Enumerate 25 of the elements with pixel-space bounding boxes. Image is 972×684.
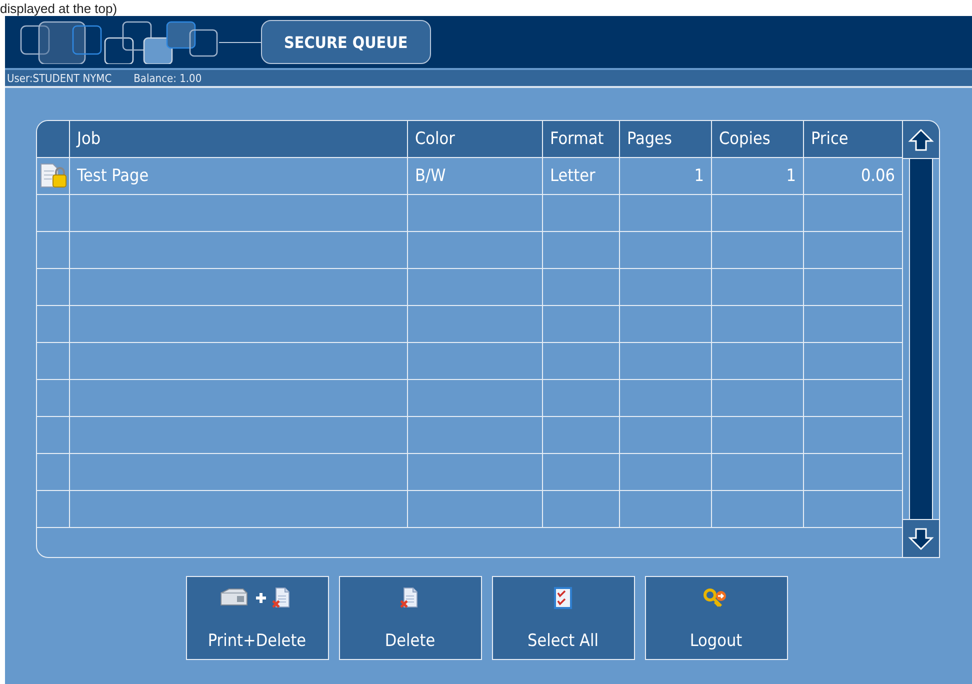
- column-header[interactable]: Color: [407, 121, 542, 157]
- column-header[interactable]: Format: [542, 121, 619, 157]
- scroll-up-button[interactable]: [903, 121, 939, 158]
- column-header[interactable]: Pages: [619, 121, 711, 157]
- user-name: User:STUDENT NYMC: [7, 72, 112, 84]
- checklist-icon: [553, 587, 573, 609]
- select-all-button[interactable]: Select All: [492, 576, 634, 660]
- column-header[interactable]: Copies: [711, 121, 803, 157]
- delete-button[interactable]: Delete: [338, 576, 482, 660]
- logout-button[interactable]: Logout: [644, 576, 788, 660]
- table-cell: 1: [711, 158, 803, 194]
- table-cell: Letter: [542, 158, 619, 194]
- scroll-down-button[interactable]: [903, 520, 939, 557]
- caption-text: displayed at the top): [0, 0, 118, 16]
- balance-text: Balance: 1.00: [134, 72, 202, 84]
- table-cell: Test Page: [69, 158, 407, 194]
- table-cell: 1: [619, 158, 711, 194]
- print-delete-button[interactable]: Print+Delete: [186, 576, 328, 660]
- queue-title: SECURE QUEUE: [261, 20, 431, 64]
- key-icon: [703, 587, 729, 609]
- table-cell: B/W: [407, 158, 542, 194]
- column-header[interactable]: Price: [803, 121, 902, 157]
- scroll-thumb[interactable]: [909, 159, 933, 519]
- column-header[interactable]: Job: [69, 121, 407, 157]
- table-cell: 0.06: [803, 158, 902, 194]
